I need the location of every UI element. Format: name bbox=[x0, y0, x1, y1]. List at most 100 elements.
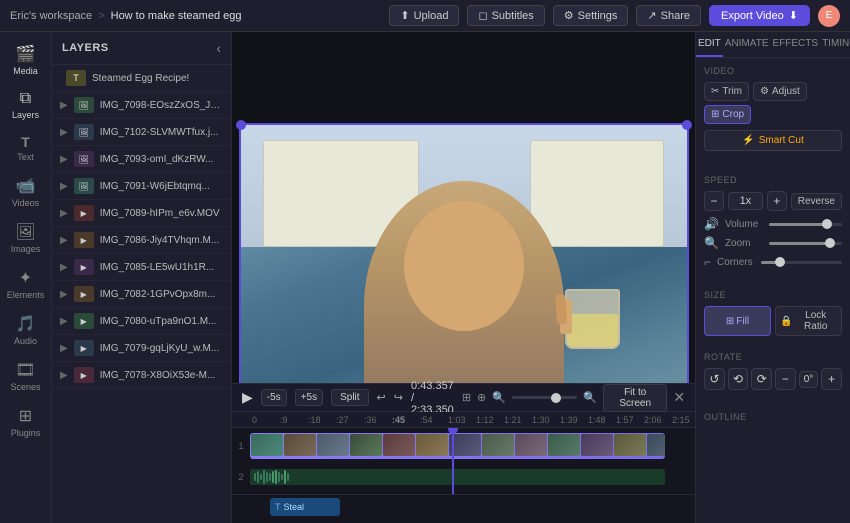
fill-button[interactable]: ⊞ Fill bbox=[704, 306, 771, 336]
fit-to-screen-button[interactable]: Fit to Screen bbox=[603, 384, 667, 412]
play-button[interactable]: ▶ bbox=[242, 388, 253, 408]
sidebar-item-media[interactable]: 🎬 Media bbox=[3, 38, 49, 82]
volume-thumb[interactable] bbox=[822, 219, 832, 229]
playhead[interactable] bbox=[452, 428, 454, 494]
sidebar-item-elements[interactable]: ✦ Elements bbox=[3, 262, 49, 306]
list-item[interactable]: ▶ ▶ IMG_7085-LE5wU1h1R... bbox=[52, 254, 231, 281]
zoom-slider-right[interactable] bbox=[769, 242, 842, 245]
rotate-ccw-button[interactable]: ↺ bbox=[704, 368, 725, 390]
tab-timing[interactable]: TIMING bbox=[820, 32, 850, 57]
audio-track[interactable] bbox=[250, 469, 665, 485]
timeline-right: ⊞ ⊕ 🔍 🔍 Fit to Screen ✕ bbox=[462, 384, 685, 412]
list-item[interactable]: ▶ ▶ IMG_7079-gqLjKyU_w.M... bbox=[52, 335, 231, 362]
zoom-fill bbox=[769, 242, 827, 245]
video-section-label: VIDEO bbox=[704, 66, 842, 76]
zoom-out-icon[interactable]: 🔍 bbox=[492, 391, 506, 404]
share-button[interactable]: ↗ Share bbox=[636, 5, 701, 26]
tracks-container: 1 bbox=[232, 428, 695, 494]
layers-collapse-button[interactable]: ‹ bbox=[216, 40, 221, 56]
adjust-button[interactable]: ⚙ Adjust bbox=[753, 82, 807, 101]
zoom-in-icon[interactable]: 🔍 bbox=[583, 391, 597, 404]
split-button[interactable]: Split bbox=[331, 389, 368, 406]
tab-animate[interactable]: ANIMATE bbox=[723, 32, 771, 57]
ruler-mark: 1:21 bbox=[504, 415, 532, 425]
ruler-mark: 1:48 bbox=[588, 415, 616, 425]
settings-button[interactable]: ⚙ Settings bbox=[553, 5, 629, 26]
speed-decrease-button[interactable]: − bbox=[704, 191, 724, 211]
track-number: 2 bbox=[232, 472, 250, 482]
list-item[interactable]: ▶ ▶ IMG_7078-X8OiX53e-M... bbox=[52, 362, 231, 389]
video-track[interactable]: 👤 bbox=[250, 433, 665, 459]
tab-effects[interactable]: EFFECTS bbox=[771, 32, 821, 57]
export-button[interactable]: Export Video ⬇ bbox=[709, 5, 810, 26]
sidebar-item-text[interactable]: T Text bbox=[3, 128, 49, 168]
layer-expand-icon: ▶ bbox=[60, 100, 68, 111]
zoom-slider[interactable] bbox=[512, 396, 577, 399]
list-item[interactable]: ▶ ▶ IMG_7086-Jiy4TVhqm.M... bbox=[52, 227, 231, 254]
list-item[interactable]: T Steamed Egg Recipe! bbox=[52, 65, 231, 92]
crop-handle-top-right[interactable] bbox=[682, 120, 692, 130]
left-sidebar: 🎬 Media ⧉ Layers T Text 📹 Videos 🖼 Image… bbox=[0, 32, 52, 523]
text-clip[interactable]: T Steal bbox=[270, 498, 340, 516]
volume-fill bbox=[769, 223, 824, 226]
reverse-button[interactable]: Reverse bbox=[791, 193, 842, 210]
crop-button[interactable]: ⊞ Crop bbox=[704, 105, 751, 124]
close-timeline-button[interactable]: ✕ bbox=[673, 389, 685, 406]
panel-tabs: EDIT ANIMATE EFFECTS TIMING bbox=[696, 32, 850, 58]
layer-thumbnail: ▶ bbox=[74, 313, 94, 329]
sidebar-item-videos[interactable]: 📹 Videos bbox=[3, 170, 49, 214]
list-item[interactable]: ▶ 🖼 IMG_7093-omI_dKzRW... bbox=[52, 146, 231, 173]
avatar[interactable]: E bbox=[818, 5, 840, 27]
tab-edit[interactable]: EDIT bbox=[696, 32, 723, 57]
zoom-thumb bbox=[551, 393, 561, 403]
crop-handle-top-left[interactable] bbox=[236, 120, 246, 130]
trim-button[interactable]: ✂ Trim bbox=[704, 82, 749, 101]
corners-thumb[interactable] bbox=[775, 257, 785, 267]
layer-expand-icon: ▶ bbox=[60, 262, 68, 273]
upload-button[interactable]: ⬆ Upload bbox=[389, 5, 459, 26]
video-section: VIDEO ✂ Trim ⚙ Adjust ⊞ Crop ⚡ Smart Cut bbox=[696, 58, 850, 167]
sidebar-item-audio[interactable]: 🎵 Audio bbox=[3, 308, 49, 352]
corners-icon: ⌐ bbox=[704, 255, 711, 269]
sidebar-item-layers[interactable]: ⧉ Layers bbox=[3, 84, 49, 126]
workspace-link[interactable]: Eric's workspace bbox=[10, 10, 92, 22]
scenes-icon: 🎞 bbox=[15, 360, 35, 380]
list-item[interactable]: ▶ 🖼 IMG_7102-SLVMWTfux.j... bbox=[52, 119, 231, 146]
rotate-value: 0° bbox=[799, 371, 819, 388]
corners-slider-row: ⌐ Corners bbox=[704, 255, 842, 269]
subtitles-button[interactable]: ◻ Subtitles bbox=[467, 5, 544, 26]
timeline-ruler: 0 :9 :18 :27 :36 :45 :54 1:03 1:12 1:21 … bbox=[232, 412, 695, 428]
sidebar-item-plugins[interactable]: ⊞ Plugins bbox=[3, 400, 49, 444]
list-item[interactable]: ▶ ▶ IMG_7082-1GPvOpx8m... bbox=[52, 281, 231, 308]
layer-expand-icon: ▶ bbox=[60, 127, 68, 138]
layer-thumbnail: 🖼 bbox=[74, 178, 94, 194]
redo-icon[interactable]: ↪ bbox=[394, 391, 403, 404]
layer-name: IMG_7091-W6jEbtqmq... bbox=[100, 181, 223, 192]
list-item[interactable]: ▶ ▶ IMG_7089-hIPm_e6v.MOV bbox=[52, 200, 231, 227]
lock-icon: 🔒 bbox=[780, 316, 792, 327]
corners-slider[interactable] bbox=[761, 261, 842, 264]
layer-expand-icon: ▶ bbox=[60, 343, 68, 354]
rotate-minus-button[interactable]: − bbox=[775, 368, 796, 390]
center-area: ▶ -5s +5s Split ↩ ↪ 0:43.357 / 2:33.350 … bbox=[232, 32, 695, 523]
sidebar-item-images[interactable]: 🖼 Images bbox=[3, 216, 49, 260]
skip-forward-button[interactable]: +5s bbox=[295, 389, 323, 406]
layer-expand-icon: ▶ bbox=[60, 289, 68, 300]
smart-cut-button[interactable]: ⚡ Smart Cut bbox=[704, 130, 842, 151]
zoom-thumb-right[interactable] bbox=[825, 238, 835, 248]
rotate-plus-button[interactable]: + bbox=[821, 368, 842, 390]
list-item[interactable]: ▶ 🖼 IMG_7091-W6jEbtqmq... bbox=[52, 173, 231, 200]
speed-increase-button[interactable]: + bbox=[767, 191, 787, 211]
skip-back-button[interactable]: -5s bbox=[261, 389, 287, 406]
lock-ratio-button[interactable]: 🔒 Lock Ratio bbox=[775, 306, 842, 336]
layer-expand-icon: ▶ bbox=[60, 370, 68, 381]
flip-v-button[interactable]: ⟳ bbox=[751, 368, 772, 390]
speed-section: SPEED − 1x + Reverse 🔊 Volume 🔍 Zoom bbox=[696, 167, 850, 282]
flip-h-button[interactable]: ⟲ bbox=[728, 368, 749, 390]
layer-name: IMG_7098-EOszZxOS_JPG bbox=[100, 100, 223, 111]
list-item[interactable]: ▶ 🖼 IMG_7098-EOszZxOS_JPG bbox=[52, 92, 231, 119]
list-item[interactable]: ▶ ▶ IMG_7080-uTpa9nO1.M... bbox=[52, 308, 231, 335]
undo-icon[interactable]: ↩ bbox=[377, 391, 386, 404]
sidebar-item-scenes[interactable]: 🎞 Scenes bbox=[3, 354, 49, 398]
volume-slider[interactable] bbox=[769, 223, 842, 226]
